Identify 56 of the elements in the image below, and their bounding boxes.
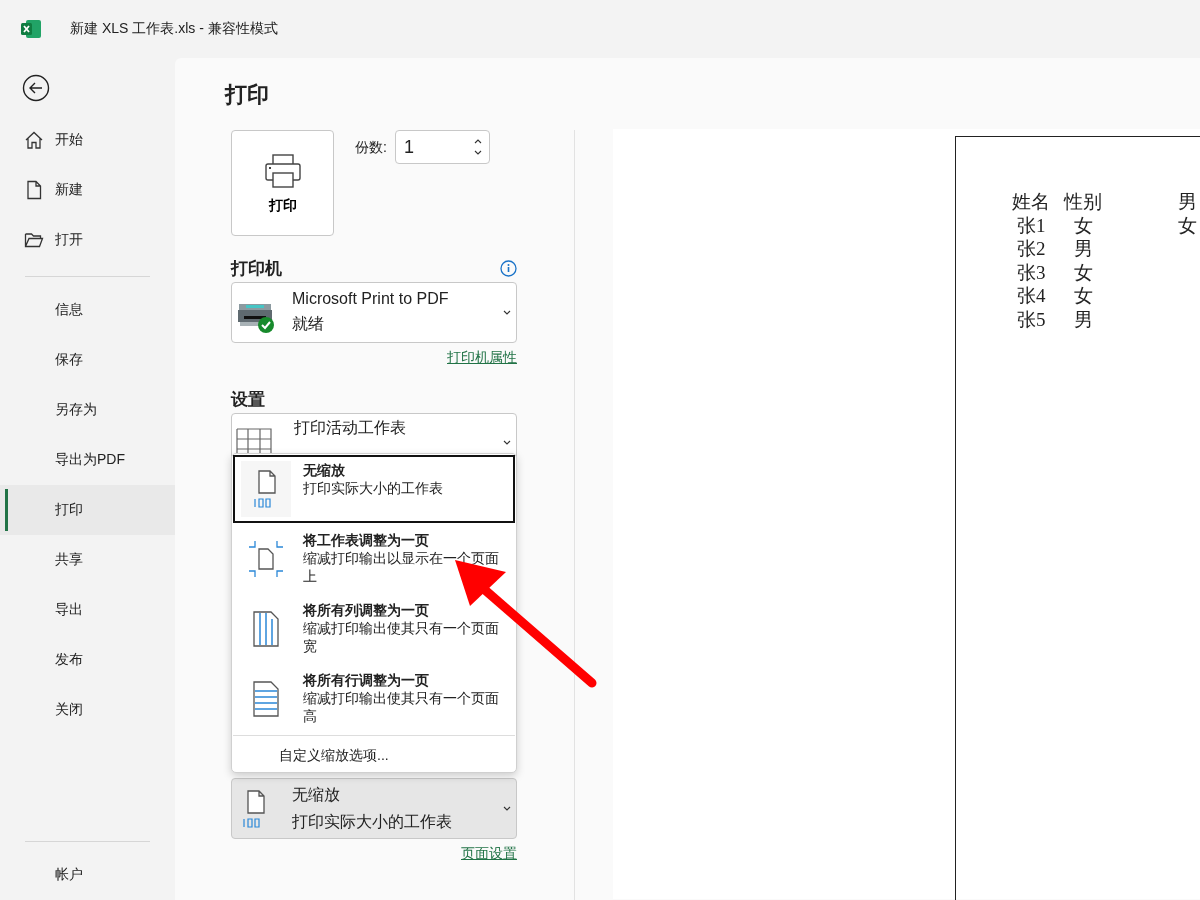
sidebar-item[interactable]: 另存为 (0, 385, 175, 435)
sidebar-item[interactable]: 打开 (0, 215, 175, 265)
sheet-cell-text: 张5 (1016, 307, 1047, 331)
chevron-down-icon (502, 439, 512, 447)
document-icon (24, 180, 44, 200)
sidebar-item[interactable]: 导出 (0, 585, 175, 635)
fit-page-icon (248, 539, 284, 579)
sheet-cell-text: 女 (1073, 260, 1094, 284)
sidebar-item[interactable]: 发布 (0, 635, 175, 685)
sidebar-item[interactable]: 保存 (0, 335, 175, 385)
sheet-cell-text: 女 (1177, 213, 1198, 237)
scaling-option[interactable]: 将所有行调整为一页 缩减打印输出使其只有一个页面高 (233, 665, 515, 733)
custom-scaling-option[interactable]: 自定义缩放选项... (232, 744, 516, 766)
scaling-option[interactable]: 将所有列调整为一页 缩减打印输出使其只有一个页面宽 (233, 595, 515, 663)
sheet-cell-text: 女 (1073, 213, 1094, 237)
page-setup-link[interactable]: 页面设置 (461, 845, 517, 863)
scaling-option[interactable]: 将工作表调整为一页 缩减打印输出以显示在一个页面上 (233, 525, 515, 593)
copies-label: 份数: (355, 139, 387, 157)
sidebar-item[interactable]: 信息 (0, 285, 175, 335)
sidebar-item[interactable]: 新建 (0, 165, 175, 215)
page-heading: 打印 (225, 81, 270, 108)
excel-logo-icon (20, 18, 42, 40)
chevron-down-icon (502, 308, 512, 317)
sidebar-item[interactable]: 关闭 (0, 685, 175, 735)
scaling-option[interactable]: 无缩放 打印实际大小的工作表 (233, 455, 515, 523)
sheet-cell-text: 男 (1177, 190, 1198, 214)
sheet-cell-text: 女 (1073, 284, 1094, 308)
sheet-cell-text: 男 (1073, 307, 1094, 331)
chevron-down-icon (502, 804, 512, 813)
sheet-cell-text: 张4 (1016, 284, 1047, 308)
folder-icon (24, 230, 44, 250)
home-icon (24, 130, 44, 150)
info-icon[interactable] (500, 259, 517, 277)
printer-properties-link[interactable]: 打印机属性 (447, 349, 517, 367)
window-title: 新建 XLS 工作表.xls - 兼容性模式 (70, 20, 278, 38)
sheet-cell-text: 张2 (1016, 237, 1047, 261)
sheet-cell-text: 男 (1073, 237, 1094, 261)
copies-field[interactable]: 1 (394, 130, 490, 164)
print-button[interactable]: 打印 (231, 130, 334, 236)
sidebar-item[interactable]: 共享 (0, 535, 175, 585)
printer-icon (262, 151, 303, 191)
back-button[interactable] (20, 72, 52, 104)
section-heading: 打印机 (231, 257, 282, 280)
sidebar-item[interactable]: 导出为PDF (0, 435, 175, 485)
sidebar-item[interactable]: 打印 (0, 485, 175, 535)
sidebar-item[interactable]: 开始 (0, 115, 175, 165)
sheet-cell-text: 张3 (1016, 260, 1047, 284)
scaling-select[interactable]: 无缩放 打印实际大小的工作表 (231, 778, 517, 839)
sheet-cell-text: 性别 (1064, 190, 1103, 214)
sheet-cell-text: 姓名 (1012, 190, 1051, 214)
page-columns-icon (251, 609, 281, 649)
sheet-cell-text: 张1 (1016, 213, 1047, 237)
section-heading: 设置 (231, 388, 265, 411)
sidebar-item[interactable]: 帐户 (0, 850, 175, 900)
page-rows-icon (251, 679, 281, 719)
printer-select[interactable]: Microsoft Print to PDF 就绪 (231, 282, 517, 343)
